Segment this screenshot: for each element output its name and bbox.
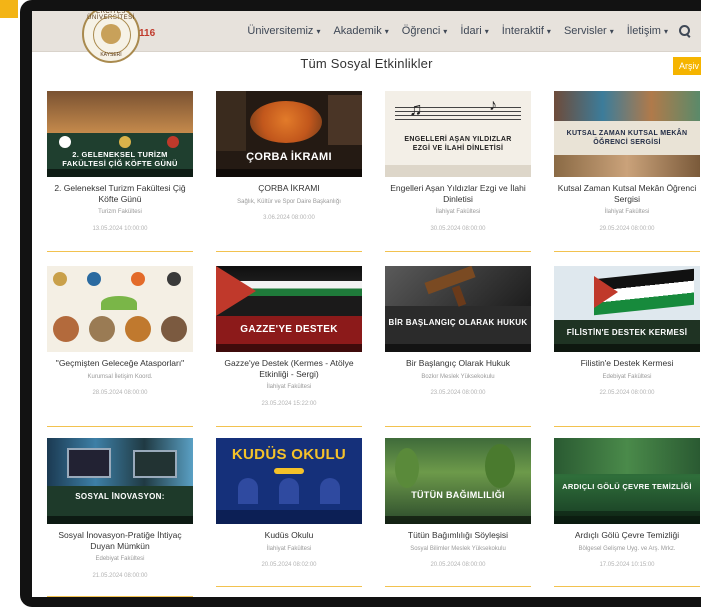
event-thumbnail[interactable]: KUTSAL ZAMAN KUTSAL MEKÂN ÖĞRENCİ SERGİS…: [554, 91, 700, 177]
event-date: 21.05.2024 08:00:00: [92, 572, 148, 579]
event-thumbnail[interactable]: ♫ ♪ ENGELLERİ AŞAN YILDIZLAR EZGİ VE İLA…: [385, 91, 531, 177]
card-divider: [385, 251, 531, 252]
card-divider: [216, 586, 362, 587]
event-date: 29.05.2024 08:00:00: [599, 225, 655, 232]
event-title[interactable]: Filistin'e Destek Kermesi: [554, 358, 700, 369]
chevron-down-icon: ▾: [609, 27, 614, 36]
event-title[interactable]: Ardıçlı Gölü Çevre Temizliği: [554, 530, 700, 541]
event-banner-text: KUDÜS OKULU: [231, 446, 347, 463]
top-navigation-bar: ERCİYES ÜNİVERSİTESİ KAYSERİ 116 Ünivers…: [32, 11, 701, 63]
corner-accent: [0, 0, 18, 18]
event-title[interactable]: ÇORBA İKRAMI: [216, 183, 362, 194]
event-unit: İlahiyat Fakültesi: [266, 384, 312, 390]
main-menu: Üniversitemiz ▾ Akademik ▾ Öğrenci ▾ İdari ▾…: [234, 11, 691, 51]
event-banner-text: 2. GELENEKSEL TURİZM FAKÜLTESİ ÇİĞ KÖFTE…: [62, 150, 178, 168]
event-title[interactable]: Gazze'ye Destek (Kermes - Atölye Etkinli…: [216, 358, 362, 379]
event-date: 23.05.2024 15:22:00: [261, 400, 317, 407]
event-date: 22.05.2024 08:00:00: [599, 390, 655, 396]
event-banner-text: KUTSAL ZAMAN KUTSAL MEKÂN ÖĞRENCİ SERGİS…: [566, 130, 688, 146]
event-unit: Sosyal Bilimler Meslek Yüksekokulu: [410, 545, 506, 552]
event-date: 13.05.2024 10:00:00: [92, 225, 148, 232]
event-unit: Edebiyat Fakültesi: [95, 556, 145, 562]
card-divider: [385, 426, 531, 427]
card-divider: [47, 426, 193, 427]
menu-item-universitemiz[interactable]: Üniversitemiz ▾: [247, 25, 320, 37]
event-title[interactable]: Bir Başlangıç Olarak Hukuk: [385, 358, 531, 369]
event-unit: Bölgesel Gelişme Uyg. ve Arş. Mrkz.: [578, 545, 676, 552]
event-banner-text: GAZZE'YE DESTEK: [240, 324, 338, 335]
chevron-down-icon: ▾: [443, 27, 448, 36]
card-divider: [554, 251, 700, 252]
event-unit: İlahiyat Fakültesi: [266, 545, 312, 552]
event-unit: Edebiyat Fakültesi: [602, 373, 652, 380]
event-thumbnail[interactable]: TÜTÜN BAĞIMLILIĞI: [385, 438, 531, 524]
event-title[interactable]: Kudüs Okulu: [216, 530, 362, 541]
card-divider: [385, 586, 531, 587]
menu-item-servisler[interactable]: Servisler ▾: [564, 25, 614, 37]
event-thumbnail[interactable]: FİLİSTİN'E DESTEK KERMESİ: [554, 266, 700, 352]
event-thumbnail[interactable]: ARDIÇLI GÖLÜ ÇEVRE TEMİZLİĞİ: [554, 438, 700, 524]
chevron-down-icon: ▾: [484, 27, 489, 36]
menu-item-ogrenci[interactable]: Öğrenci ▾: [402, 25, 448, 37]
event-date: 30.05.2024 08:00:00: [430, 225, 486, 232]
event-date: 17.05.2024 10:15:00: [599, 562, 655, 568]
event-unit: Kurumsal İletişim Koord.: [87, 373, 153, 380]
card-divider: [554, 586, 700, 587]
event-unit: Bozkır Meslek Yüksekokulu: [421, 373, 495, 380]
event-date: 28.05.2024 08:00:00: [92, 390, 148, 396]
menu-item-akademik[interactable]: Akademik ▾: [333, 25, 388, 37]
event-date: 23.05.2024 08:00:00: [430, 390, 486, 396]
chevron-down-icon: ▾: [316, 27, 321, 36]
event-thumbnail[interactable]: BİR BAŞLANGIÇ OLARAK HUKUK: [385, 266, 531, 352]
event-title[interactable]: Sosyal İnovasyon-Pratiğe İhtiyaç Duyan M…: [47, 530, 193, 551]
menu-item-interaktif[interactable]: İnteraktif ▾: [502, 25, 551, 37]
event-unit: İlahiyat Fakültesi: [604, 209, 650, 215]
event-thumbnail[interactable]: 2. GELENEKSEL TURİZM FAKÜLTESİ ÇİĞ KÖFTE…: [47, 91, 193, 177]
menu-item-idari[interactable]: İdari ▾: [460, 25, 488, 37]
chevron-down-icon: ▾: [663, 27, 668, 36]
event-title[interactable]: "Geçmişten Geleceğe Atasporları": [47, 358, 193, 369]
event-title[interactable]: Engelleri Aşan Yıldızlar Ezgi ve İlahi D…: [385, 183, 531, 204]
event-banner-text: TÜTÜN BAĞIMLILIĞI: [411, 490, 505, 500]
event-banner-text: BİR BAŞLANGIÇ OLARAK HUKUK: [388, 318, 528, 327]
event-thumbnail[interactable]: [47, 266, 193, 352]
card-divider: [216, 251, 362, 252]
card-divider: [47, 251, 193, 252]
music-note-icon: ♫: [409, 99, 423, 119]
card-divider: [216, 426, 362, 427]
event-banner-text: SOSYAL İNOVASYON:: [75, 492, 165, 501]
event-title[interactable]: Kutsal Zaman Kutsal Mekân Öğrenci Sergis…: [554, 183, 700, 204]
logo-seal: [101, 24, 121, 44]
event-unit: İlahiyat Fakültesi: [435, 209, 481, 215]
event-banner-text: ENGELLERİ AŞAN YILDIZLAR EZGİ VE İLAHİ D…: [404, 136, 512, 152]
browser-viewport: ERCİYES ÜNİVERSİTESİ KAYSERİ 116 Ünivers…: [32, 11, 701, 597]
event-thumbnail[interactable]: KUDÜS OKULU: [216, 438, 362, 524]
music-note-icon: ♪: [489, 97, 497, 114]
card-divider: [554, 426, 700, 427]
chevron-down-icon: ▾: [384, 27, 389, 36]
card-divider: [47, 596, 193, 597]
menu-item-iletisim[interactable]: İletişim ▾: [627, 25, 668, 37]
event-date: 20.05.2024 08:00:00: [430, 562, 486, 568]
event-unit: Turizm Fakültesi: [98, 209, 142, 215]
archive-button[interactable]: Arşiv: [673, 57, 701, 75]
event-date: 20.05.2024 08:02:00: [261, 562, 317, 568]
event-banner-text: ARDIÇLI GÖLÜ ÇEVRE TEMİZLİĞİ: [562, 482, 692, 491]
event-unit: Sağlık, Kültür ve Spor Daire Başkanlığı: [237, 198, 341, 205]
page-title: Tüm Sosyal Etkinlikler: [300, 56, 433, 71]
event-title[interactable]: 2. Geleneksel Turizm Fakültesi Çiğ Köfte…: [47, 183, 193, 204]
event-date: 3.06.2024 08:00:00: [263, 215, 315, 221]
search-icon[interactable]: [679, 25, 691, 38]
chevron-down-icon: ▾: [546, 27, 551, 36]
event-thumbnail[interactable]: SOSYAL İNOVASYON:: [47, 438, 193, 524]
event-thumbnail[interactable]: ÇORBA İKRAMI: [216, 91, 362, 177]
event-banner-text: ÇORBA İKRAMI: [246, 151, 332, 163]
event-banner-text: FİLİSTİN'E DESTEK KERMESİ: [566, 328, 688, 337]
event-thumbnail[interactable]: GAZZE'YE DESTEK: [216, 266, 362, 352]
event-title[interactable]: Tütün Bağımlılığı Söyleşisi: [385, 530, 531, 541]
anniversary-badge: 116: [139, 28, 156, 39]
